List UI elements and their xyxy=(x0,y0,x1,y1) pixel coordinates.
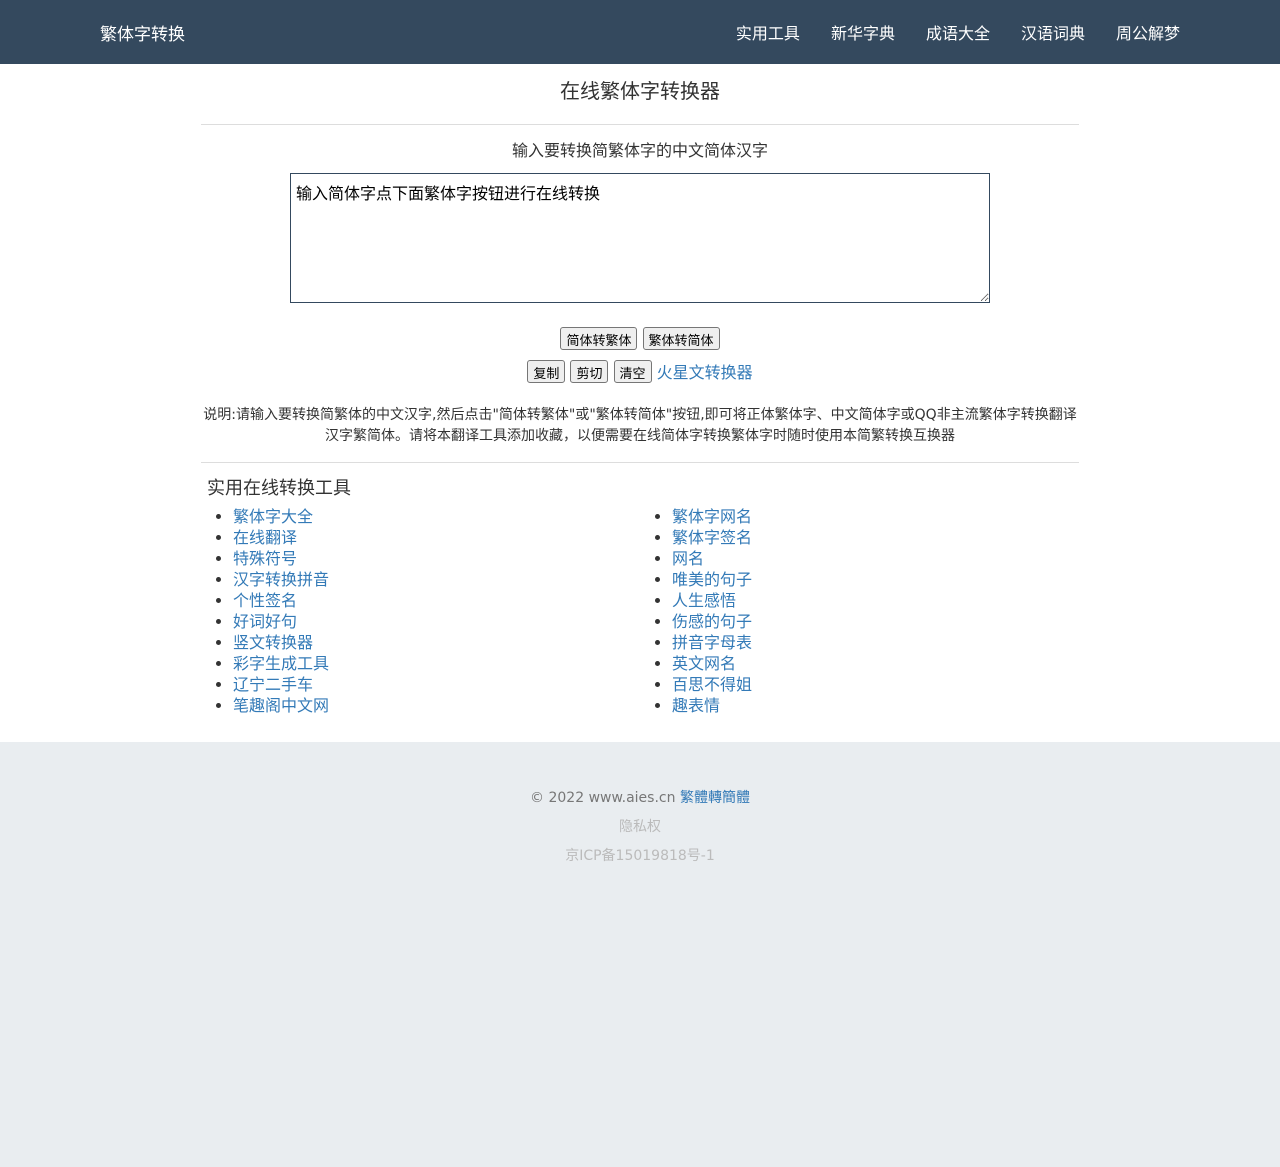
tool-link[interactable]: 繁体字大全 xyxy=(233,507,313,526)
top-navbar: 繁体字转换 实用工具 新华字典 成语大全 汉语词典 周公解梦 xyxy=(0,0,1280,64)
divider xyxy=(201,124,1079,125)
to-simplified-button[interactable]: 繁体转简体 xyxy=(642,327,720,350)
nav-item-tools[interactable]: 实用工具 xyxy=(736,20,800,44)
copy-button[interactable]: 复制 xyxy=(527,360,566,383)
list-item: 英文网名 xyxy=(672,653,1079,674)
tool-link[interactable]: 个性签名 xyxy=(233,591,297,610)
list-item: 趣表情 xyxy=(672,695,1079,716)
cut-button[interactable]: 剪切 xyxy=(570,360,609,383)
privacy-link[interactable]: 隐私权 xyxy=(0,816,1280,836)
text-input[interactable] xyxy=(290,173,990,303)
list-item: 拼音字母表 xyxy=(672,632,1079,653)
list-item: 唯美的句子 xyxy=(672,569,1079,590)
copyright-line: © 2022 www.aies.cn 繁體轉簡體 xyxy=(0,787,1280,807)
input-instruction: 输入要转换简繁体字的中文简体汉字 xyxy=(511,141,768,160)
description-text: 说明:请输入要转换简繁体的中文汉字,然后点击"简体转繁体"或"繁体转简体"按钮,… xyxy=(203,407,1077,444)
brand-link[interactable]: 繁体字转换 xyxy=(100,20,185,45)
tool-link[interactable]: 繁体字网名 xyxy=(672,507,752,526)
list-item: 在线翻译 xyxy=(233,527,640,548)
copyright-text: © 2022 www.aies.cn xyxy=(530,790,676,806)
martian-converter-link[interactable]: 火星文转换器 xyxy=(657,363,753,382)
list-item: 网名 xyxy=(672,548,1079,569)
nav-item-dream[interactable]: 周公解梦 xyxy=(1116,20,1180,44)
list-item: 竖文转换器 xyxy=(233,632,640,653)
tool-link[interactable]: 拼音字母表 xyxy=(672,633,752,652)
tool-link[interactable]: 笔趣阁中文网 xyxy=(233,696,329,715)
nav-item-dictionary[interactable]: 新华字典 xyxy=(831,20,895,44)
tools-section-title: 实用在线转换工具 xyxy=(207,478,351,499)
list-item: 百思不得姐 xyxy=(672,674,1079,695)
list-item: 繁体字网名 xyxy=(672,506,1079,527)
list-item: 个性签名 xyxy=(233,590,640,611)
tool-link[interactable]: 彩字生成工具 xyxy=(233,654,329,673)
tool-link[interactable]: 英文网名 xyxy=(672,654,736,673)
list-item: 好词好句 xyxy=(233,611,640,632)
tool-link[interactable]: 竖文转换器 xyxy=(233,633,313,652)
edit-buttons: 复制 剪切 清空 火星文转换器 xyxy=(201,359,1079,383)
icp-number[interactable]: 京ICP备15019818号-1 xyxy=(0,845,1280,865)
clear-button[interactable]: 清空 xyxy=(613,360,652,383)
tool-link[interactable]: 在线翻译 xyxy=(233,528,297,547)
tool-link[interactable]: 繁体字签名 xyxy=(672,528,752,547)
list-item: 繁体字大全 xyxy=(233,506,640,527)
tool-link[interactable]: 汉字转换拼音 xyxy=(233,570,329,589)
main-content: 在线繁体字转换器 输入要转换简繁体字的中文简体汉字 简体转繁体 繁体转简体 复制… xyxy=(0,64,1280,742)
tool-link[interactable]: 辽宁二手车 xyxy=(233,675,313,694)
list-item: 彩字生成工具 xyxy=(233,653,640,674)
copyright-link[interactable]: 繁體轉簡體 xyxy=(680,790,750,806)
tool-link[interactable]: 伤感的句子 xyxy=(672,612,752,631)
tool-link[interactable]: 唯美的句子 xyxy=(672,570,752,589)
list-item: 笔趣阁中文网 xyxy=(233,695,640,716)
list-item: 人生感悟 xyxy=(672,590,1079,611)
tool-link[interactable]: 人生感悟 xyxy=(672,591,736,610)
nav-item-word-dictionary[interactable]: 汉语词典 xyxy=(1021,20,1085,44)
list-item: 辽宁二手车 xyxy=(233,674,640,695)
page-footer: © 2022 www.aies.cn 繁體轉簡體 隐私权 京ICP备150198… xyxy=(0,742,1280,865)
nav-menu: 实用工具 新华字典 成语大全 汉语词典 周公解梦 xyxy=(736,20,1180,44)
page-title: 在线繁体字转换器 xyxy=(560,79,720,103)
list-item: 汉字转换拼音 xyxy=(233,569,640,590)
convert-buttons: 简体转繁体 繁体转简体 xyxy=(201,327,1079,350)
to-traditional-button[interactable]: 简体转繁体 xyxy=(560,327,638,350)
tool-link[interactable]: 趣表情 xyxy=(672,696,720,715)
tool-link[interactable]: 特殊符号 xyxy=(233,549,297,568)
nav-item-idioms[interactable]: 成语大全 xyxy=(926,20,990,44)
tool-link[interactable]: 好词好句 xyxy=(233,612,297,631)
tool-link[interactable]: 百思不得姐 xyxy=(672,675,752,694)
tool-link[interactable]: 网名 xyxy=(672,549,704,568)
list-item: 繁体字签名 xyxy=(672,527,1079,548)
list-item: 伤感的句子 xyxy=(672,611,1079,632)
divider xyxy=(201,462,1079,463)
tools-list: 繁体字大全 在线翻译 特殊符号 汉字转换拼音 个性签名 好词好句 竖文转换器 彩… xyxy=(201,506,1079,716)
list-item: 特殊符号 xyxy=(233,548,640,569)
